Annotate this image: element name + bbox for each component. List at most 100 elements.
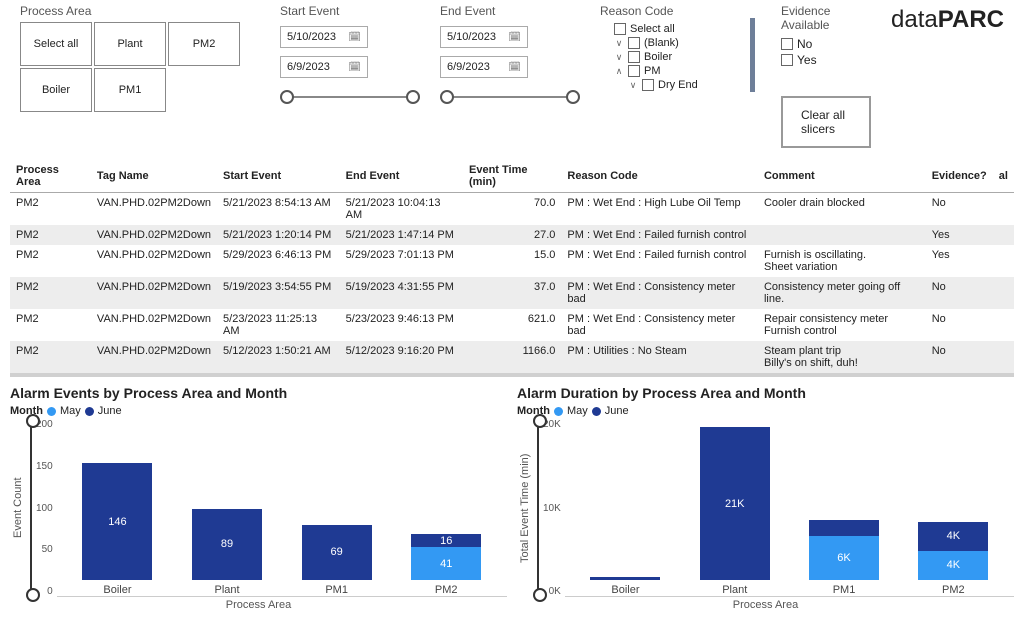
col-header[interactable]: Evidence? [926,160,993,193]
reason-item[interactable]: ∨Dry End [600,78,750,92]
bar-segment[interactable] [809,520,879,536]
checkbox-icon[interactable] [628,37,640,49]
start-event-to[interactable]: 6/9/2023🗓 [280,56,368,78]
bar-segment[interactable]: 16 [411,534,481,547]
bar-segment[interactable] [590,577,660,580]
end-event-label: End Event [440,4,580,18]
reason-code-filter: Reason Code Select all∨(Blank)∨Boiler∧PM… [600,4,750,92]
col-header[interactable]: Start Event [217,160,340,193]
bar-group: 4116PM2 [406,534,486,596]
bar-group: 89 Plant [187,509,267,596]
table-row[interactable]: PM2VAN.PHD.02PM2Down5/21/2023 1:20:14 PM… [10,225,1014,245]
start-event-filter: Start Event 5/10/2023🗓 6/9/2023🗓 [280,4,420,104]
slider-thumb-right[interactable] [566,90,580,104]
bar-segment[interactable]: 146 [82,463,152,580]
bar-segment[interactable]: 69 [302,525,372,580]
chart-legend: Month May June [517,405,1014,417]
col-header[interactable]: Process Area [10,160,91,193]
bar-group: 4K4KPM2 [913,522,993,596]
chart-title: Alarm Events by Process Area and Month [10,385,507,401]
col-header[interactable]: al [993,160,1014,193]
bar-category-label: Plant [215,584,240,596]
chart-duration: Alarm Duration by Process Area and Month… [517,385,1014,611]
chart-bars: Boiler 21K Plant 6K PM1 4K4KPM2 [565,419,1014,597]
y-axis: 20K10K0K [537,419,565,597]
process-area-option[interactable]: PM2 [168,22,240,66]
bar-category-label: PM1 [833,584,856,596]
chevron-icon: ∧ [614,66,624,77]
reason-item[interactable]: ∧PM [600,64,750,78]
start-event-from[interactable]: 5/10/2023🗓 [280,26,368,48]
chart-bars: 146Boiler89Plant69PM14116PM2 [57,419,507,597]
table-row[interactable]: PM2VAN.PHD.02PM2Down5/19/2023 3:54:55 PM… [10,277,1014,309]
x-axis-title: Process Area [10,599,507,611]
bar-category-label: PM1 [325,584,348,596]
filter-bar: Process Area Select allPlantPM2BoilerPM1… [0,0,1024,156]
col-header[interactable]: End Event [340,160,463,193]
calendar-icon: 🗓 [348,32,361,43]
bar-segment[interactable]: 21K [700,427,770,580]
reason-item[interactable]: ∨Boiler [600,50,750,64]
checkbox-icon[interactable] [628,51,640,63]
bar-group: 146Boiler [77,463,157,596]
col-header[interactable]: Event Time (min) [463,160,561,193]
process-area-option[interactable]: Boiler [20,68,92,112]
slider-thumb-right[interactable] [406,90,420,104]
reason-item[interactable]: ∨(Blank) [600,36,750,50]
table-row[interactable]: PM2VAN.PHD.02PM2Down5/21/2023 8:54:13 AM… [10,193,1014,226]
bar-segment[interactable]: 4K [918,522,988,551]
start-event-slider[interactable] [280,90,420,104]
events-table: Process AreaTag NameStart EventEnd Event… [10,160,1014,373]
reason-code-filter-wrap: Reason Code Select all∨(Blank)∨Boiler∧PM… [600,4,761,92]
bar-category-label: Boiler [611,584,639,596]
calendar-icon: 🗓 [508,62,521,73]
legend-dot [47,407,56,416]
legend-dot [85,407,94,416]
logo: dataPARC [891,4,1004,34]
checkbox-icon[interactable] [614,23,626,35]
checkbox-icon[interactable] [642,79,654,91]
y-axis-title: Total Event Time (min) [517,419,533,597]
end-event-slider[interactable] [440,90,580,104]
calendar-icon: 🗓 [348,62,361,73]
process-area-filter: Process Area Select allPlantPM2 BoilerPM1 [20,4,240,112]
y-axis: 200150100500 [30,419,57,597]
checkbox-icon[interactable] [628,65,640,77]
bar-segment[interactable]: 6K [809,536,879,580]
col-header[interactable]: Reason Code [561,160,758,193]
process-area-label: Process Area [20,4,240,18]
checkbox-icon[interactable] [781,54,793,66]
checkbox-icon[interactable] [781,38,793,50]
calendar-icon: 🗓 [508,32,521,43]
bar-segment[interactable]: 89 [192,509,262,580]
col-header[interactable]: Tag Name [91,160,217,193]
bar-group: 21K Plant [695,427,775,596]
process-area-option[interactable]: PM1 [94,68,166,112]
table-row[interactable]: PM2VAN.PHD.02PM2Down5/12/2023 1:50:21 AM… [10,341,1014,373]
process-area-option[interactable]: Plant [94,22,166,66]
bar-category-label: Plant [722,584,747,596]
reason-item[interactable]: Select all [600,22,750,36]
chevron-icon: ∨ [614,38,624,49]
chevron-icon: ∨ [614,52,624,63]
charts-row: Alarm Events by Process Area and Month Mo… [0,377,1024,617]
chart-events: Alarm Events by Process Area and MonthMo… [10,385,507,611]
evidence-option[interactable]: No [781,36,871,52]
table-row[interactable]: PM2VAN.PHD.02PM2Down5/29/2023 6:46:13 PM… [10,245,1014,277]
chevron-icon: ∨ [628,80,638,91]
bar-group: 69PM1 [297,525,377,596]
table-row[interactable]: PM2VAN.PHD.02PM2Down5/23/2023 11:25:13 A… [10,309,1014,341]
evidence-option[interactable]: Yes [781,52,871,68]
process-area-option[interactable]: Select all [20,22,92,66]
chart-title: Alarm Duration by Process Area and Month [517,385,1014,401]
reason-code-label: Reason Code [600,4,750,18]
x-axis-title: Process Area [517,599,1014,611]
reason-accent-bar [750,18,755,92]
end-event-from[interactable]: 5/10/2023🗓 [440,26,528,48]
clear-slicers-button[interactable]: Clear all slicers [781,96,871,148]
end-event-to[interactable]: 6/9/2023🗓 [440,56,528,78]
bar-segment[interactable]: 4K [918,551,988,580]
col-header[interactable]: Comment [758,160,926,193]
slider-thumb-left[interactable] [280,90,294,104]
slider-thumb-left[interactable] [440,90,454,104]
